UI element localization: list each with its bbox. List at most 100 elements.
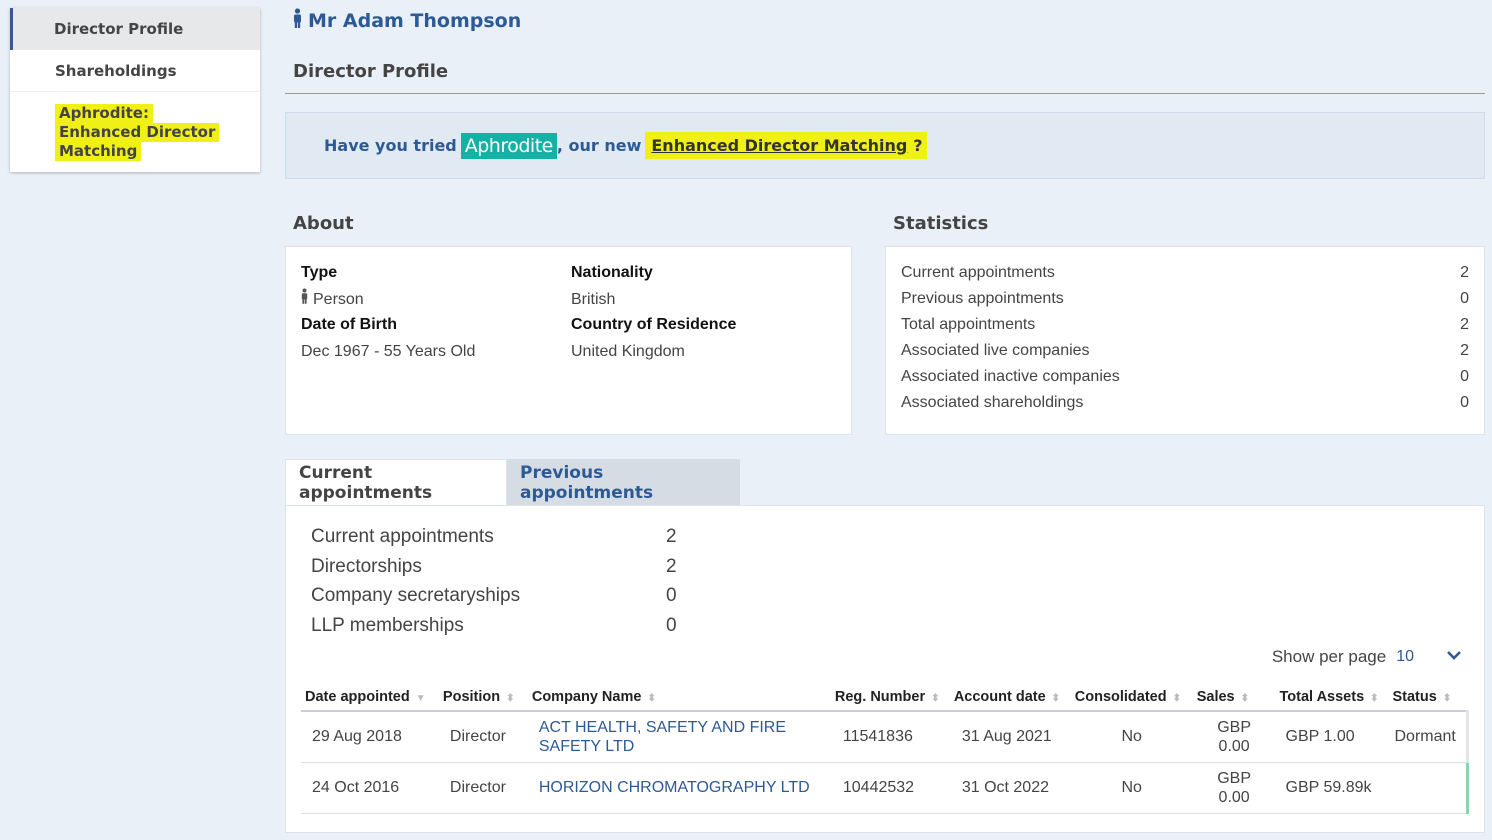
promo-middle: , our new [556,136,642,155]
sidebar-item-director-profile[interactable]: Director Profile [10,8,260,50]
residence-value: United Kingdom [571,343,685,360]
consolidated-cell: No [1070,711,1193,763]
tab-previous-appointments[interactable]: Previous appointments [507,459,740,506]
stat-label: Associated live companies [901,342,1090,359]
sort-icon: ⬍ [1240,693,1249,704]
about-heading: About [293,213,354,234]
company-name-line: HORIZON CHROMATOGRAPHY LTD [538,779,810,796]
stat-label: Current appointments [901,264,1055,281]
summary-label: Current appointments [311,526,494,547]
reg-number-cell: 10442532 [830,762,950,814]
summary-row: Current appointments 2 [311,523,677,553]
column-header-company-name[interactable]: Company Name ⬍ [527,684,831,712]
sort-icon: ⬍ [506,693,515,704]
stat-value: 2 [1460,342,1469,359]
stat-label: Previous appointments [901,290,1064,307]
column-header-reg-number[interactable]: Reg. Number ⬍ [830,684,950,712]
position-cell: Director [438,762,528,814]
company-name-line: SAFETY LTD [538,737,635,755]
type-value: Person [301,287,475,313]
column-header-total-assets[interactable]: Total Assets ⬍ [1275,684,1389,712]
page-title: Director Profile [293,61,449,82]
per-page-value[interactable]: 10 [1396,648,1414,666]
dob-label: Date of Birth [301,316,397,333]
sidebar-item-aphrodite[interactable]: Aphrodite: Enhanced Director Matching [10,92,260,172]
sales-currency: GBP [1217,769,1252,787]
stat-label: Associated inactive companies [901,368,1120,385]
account-date-cell: 31 Aug 2021 [949,711,1071,763]
stat-value: 2 [1460,264,1469,281]
statistics-panel: Current appointments 2 Previous appointme… [885,246,1485,435]
person-icon [301,288,308,312]
column-header-position[interactable]: Position ⬍ [438,684,528,712]
enhanced-director-matching-link[interactable]: Enhanced Director Matching [645,132,914,159]
sidebar-item-label: Director Profile [54,20,184,38]
aphrodite-promo-banner: Have you tried Aphrodite , our new Enhan… [285,112,1485,179]
table-row[interactable]: 24 Oct 2016 Director HORIZON CHROMATOGRA… [301,762,1470,814]
summary-label: Company secretaryships [311,585,521,606]
company-name-link[interactable]: HORIZON CHROMATOGRAPHY LTD [527,762,831,814]
sales-value: 0.00 [1218,737,1250,755]
reg-number-cell: 11541836 [830,711,950,763]
column-header-consolidated[interactable]: Consolidated ⬍ [1070,684,1193,712]
stat-row: Previous appointments 0 [901,287,1469,313]
position-cell: Director [438,711,528,763]
appointments-summary: Current appointments 2 Directorships 2 Com… [311,523,677,641]
stat-value: 0 [1460,290,1469,307]
appointments-panel: Current appointments 2 Directorships 2 Com… [285,505,1485,833]
column-header-date-appointed[interactable]: Date appointed ▼ [301,684,439,712]
promo-suffix: ? [913,132,927,159]
nationality-value: British [571,291,616,308]
account-date-cell: 31 Oct 2022 [949,762,1071,814]
stat-row: Current appointments 2 [901,261,1469,287]
per-page-label: Show per page [1271,647,1387,666]
sidebar: Director Profile Shareholdings Aphrodite… [10,8,260,172]
stat-value: 2 [1460,316,1469,333]
sort-icon: ⬍ [1051,693,1061,704]
sales-cell: GBP 0.00 [1192,711,1276,763]
status-cell [1388,762,1470,814]
stat-value: 0 [1460,394,1469,411]
column-header-account-date[interactable]: Account date ⬍ [949,684,1071,712]
stat-row: Associated live companies 2 [901,339,1469,365]
total-assets-cell: GBP 59.89k [1275,762,1389,814]
stat-label: Total appointments [901,316,1036,333]
company-name-link[interactable]: ACT HEALTH, SAFETY AND FIRE SAFETY LTD [527,711,831,763]
sidebar-item-label-line: Aphrodite: [55,103,153,123]
sidebar-item-label-line: Matching [55,141,142,161]
sort-icon: ⬍ [931,693,940,704]
total-assets-cell: GBP 1.00 [1275,711,1389,763]
summary-label: Directorships [311,555,422,577]
column-header-sales[interactable]: Sales ⬍ [1192,684,1276,712]
stat-value: 0 [1460,368,1469,385]
type-text: Person [313,291,364,308]
tab-current-appointments[interactable]: Current appointments [285,459,507,506]
sidebar-item-shareholdings[interactable]: Shareholdings [10,50,260,92]
sort-icon: ⬍ [1172,693,1181,704]
sales-value: 0.00 [1218,788,1250,806]
residence-label: Country of Residence [571,316,737,333]
sidebar-item-label-line: Enhanced Director [55,122,220,142]
summary-row: Directorships 2 [311,553,677,583]
promo-prefix: Have you tried [324,136,457,155]
stat-row: Total appointments 2 [901,313,1469,339]
per-page-selector: Show per page 10 [1271,647,1461,667]
sort-desc-icon: ▼ [415,693,426,704]
person-name: Mr Adam Thompson [308,9,522,32]
sales-cell: GBP 0.00 [1192,762,1276,814]
chevron-down-icon[interactable] [1446,647,1462,668]
summary-row: Company secretaryships 0 [311,582,677,612]
type-label: Type [301,264,338,281]
summary-label: LLP memberships [311,614,464,636]
summary-value: 0 [666,614,677,636]
summary-value: 0 [666,585,677,606]
summary-value: 2 [666,526,677,547]
dob-value: Dec 1967 - 55 Years Old [301,343,476,360]
sales-currency: GBP [1217,718,1252,736]
table-header-row: Date appointed ▼ Position ⬍ Company Name ⬍ … [301,684,1468,712]
column-header-status[interactable]: Status ⬍ [1388,684,1468,712]
table-row[interactable]: 29 Aug 2018 Director ACT HEALTH, SAFETY … [301,711,1470,763]
appointments-table: Date appointed ▼ Position ⬍ Company Name ⬍ … [301,684,1470,814]
stat-row: Associated inactive companies 0 [901,365,1469,391]
summary-value: 2 [666,555,677,577]
